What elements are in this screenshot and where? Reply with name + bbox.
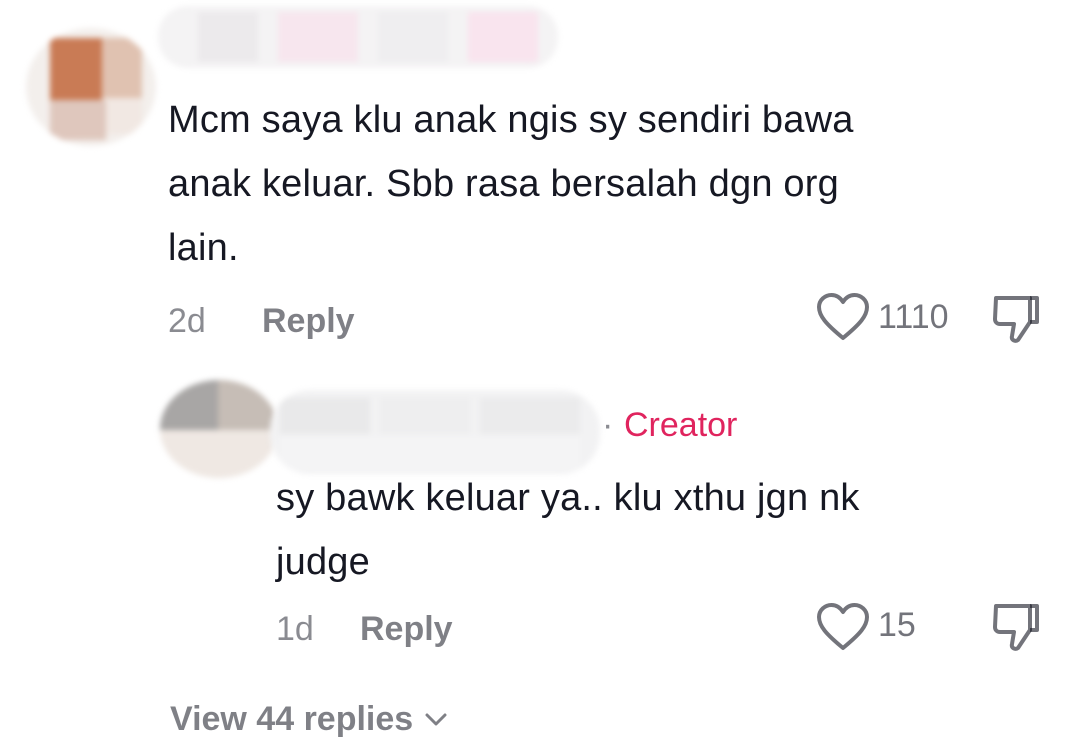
comment-line: sy bawk keluar ya.. klu xthu jgn nk: [276, 477, 860, 519]
comment-age: 2d: [168, 302, 206, 340]
reply-button[interactable]: Reply: [262, 302, 355, 341]
username[interactable]: [270, 390, 600, 474]
comment-text: Mcm saya klu anak ngis sy sendiri bawa a…: [168, 88, 1028, 280]
comment-line: lain.: [168, 227, 239, 269]
reply-button[interactable]: Reply: [360, 610, 453, 649]
view-replies-label: View 44 replies: [170, 700, 414, 738]
comment-age: 1d: [276, 610, 314, 648]
like-count: 1110: [878, 298, 949, 336]
separator-dot: ·: [602, 406, 614, 444]
comment-line: Mcm saya klu anak ngis sy sendiri bawa: [168, 99, 854, 141]
avatar[interactable]: [26, 28, 156, 146]
username[interactable]: [158, 6, 558, 68]
thumbs-down-icon[interactable]: [990, 600, 1042, 654]
like-count: 15: [878, 606, 916, 644]
comment-line: anak keluar. Sbb rasa bersalah dgn org: [168, 163, 839, 205]
reply-text: sy bawk keluar ya.. klu xthu jgn nk judg…: [276, 466, 1036, 594]
comment-thread: Mcm saya klu anak ngis sy sendiri bawa a…: [0, 0, 1080, 756]
avatar[interactable]: [160, 380, 278, 478]
chevron-down-icon: [425, 713, 447, 725]
view-replies-button[interactable]: View 44 replies: [170, 700, 447, 739]
heart-outline-icon[interactable]: [816, 602, 870, 652]
heart-outline-icon[interactable]: [816, 292, 870, 342]
comment-line: judge: [276, 541, 370, 583]
creator-badge: Creator: [624, 406, 738, 444]
thumbs-down-icon[interactable]: [990, 292, 1042, 346]
